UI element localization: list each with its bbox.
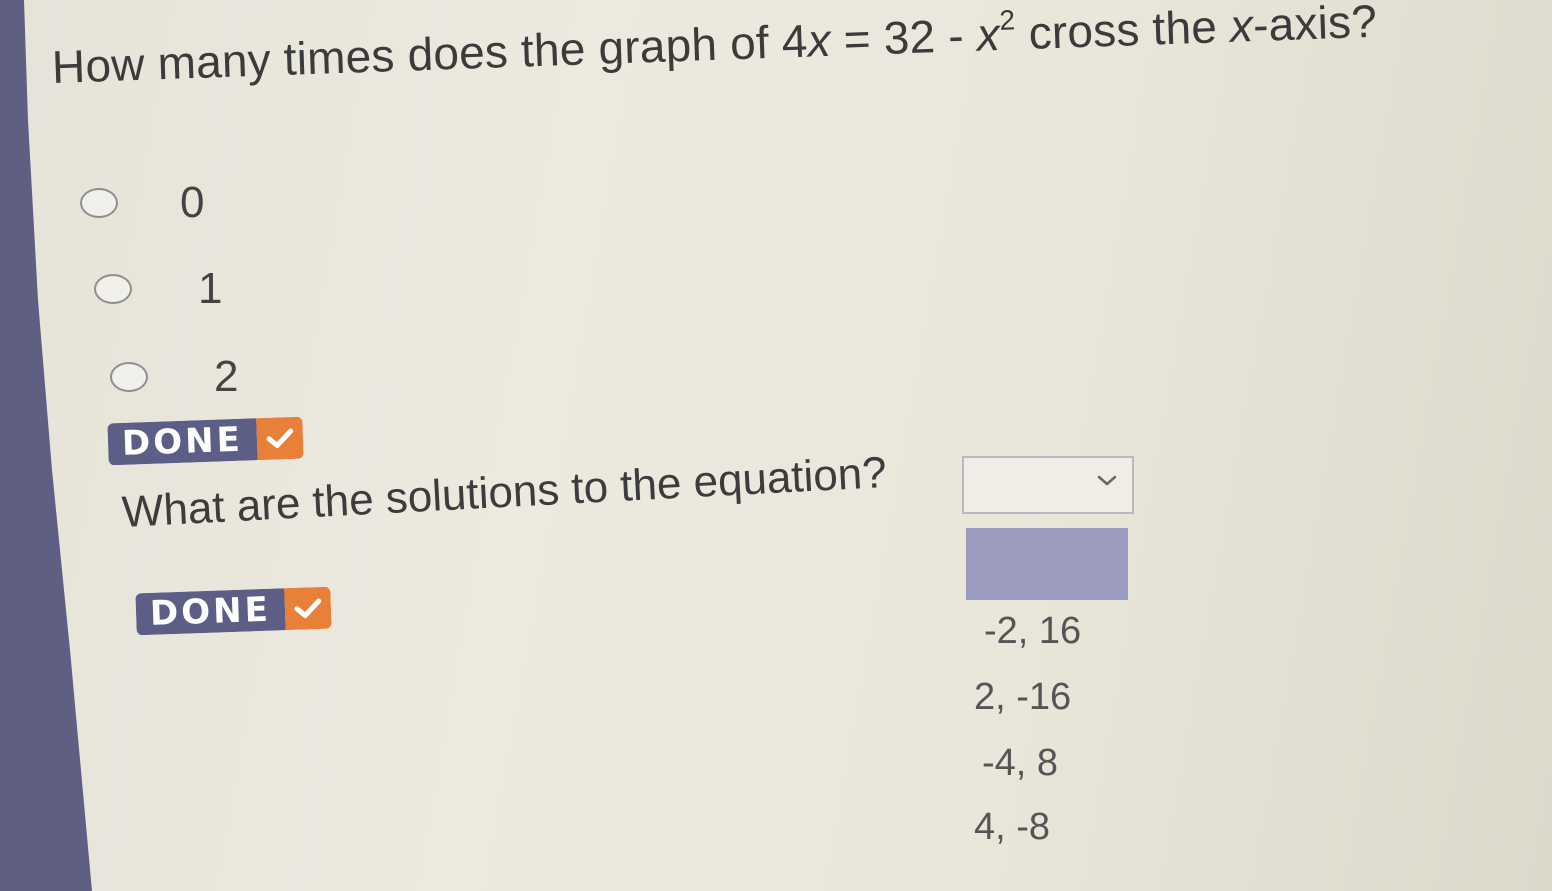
equation-variable-x-squared: x <box>975 7 1001 61</box>
dropdown-highlighted-option[interactable] <box>966 528 1128 600</box>
dropdown-option[interactable]: 4, -8 <box>974 806 1050 849</box>
radio-button[interactable] <box>80 188 118 218</box>
equation-variable-x: x <box>806 13 832 67</box>
radio-button[interactable] <box>94 274 132 304</box>
option-0[interactable]: 0 <box>80 178 204 228</box>
done-button-1[interactable]: DONE <box>107 416 304 466</box>
equation-exponent: 2 <box>998 4 1016 36</box>
question-1-prefix: How many times does the graph of <box>51 15 783 93</box>
radio-button[interactable] <box>110 362 148 392</box>
option-label: 0 <box>180 178 205 227</box>
done-button-2[interactable]: DONE <box>135 586 332 636</box>
done-button-label: DONE <box>135 588 286 636</box>
checkmark-icon <box>256 416 304 461</box>
equation: 4x = 32 - x2 <box>780 4 1017 68</box>
axis-variable: x <box>1229 0 1255 52</box>
option-1[interactable]: 1 <box>94 264 222 314</box>
left-sidebar-band <box>0 0 92 891</box>
question-1-suffix-end: -axis? <box>1252 0 1378 52</box>
dropdown-option[interactable]: -2, 16 <box>984 610 1081 653</box>
equation-coefficient: 4 <box>780 14 809 68</box>
question-2-text: What are the solutions to the equation? <box>120 447 888 537</box>
checkmark-icon <box>284 586 332 631</box>
done-button-label: DONE <box>107 418 258 466</box>
equation-middle: = 32 - <box>829 8 978 66</box>
question-1-suffix: cross the <box>1014 0 1231 60</box>
chevron-down-icon <box>1096 474 1118 493</box>
dropdown-option[interactable]: -4, 8 <box>982 742 1058 785</box>
dropdown-option[interactable]: 2, -16 <box>974 676 1071 719</box>
option-label: 2 <box>214 352 239 401</box>
answer-dropdown[interactable] <box>962 456 1134 514</box>
option-label: 1 <box>198 264 223 313</box>
option-2[interactable]: 2 <box>110 352 238 402</box>
question-1-text: How many times does the graph of 4x = 32… <box>51 0 1378 94</box>
